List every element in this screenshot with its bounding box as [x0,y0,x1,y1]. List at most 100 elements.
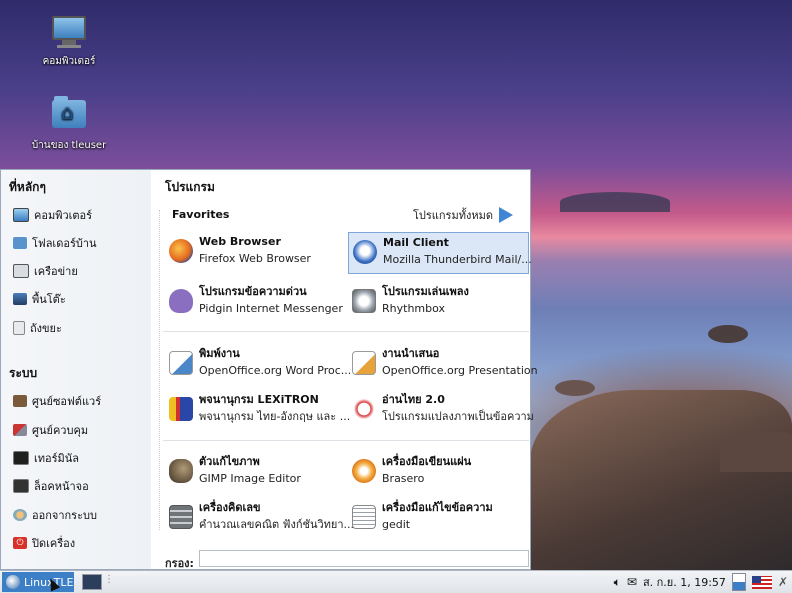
gedit-icon [352,505,376,529]
wallpaper-rock [530,390,792,570]
desktop-icon-label: บ้านของ tleuser [31,140,107,151]
app-desc: โปรแกรมแปลงภาพเป็นข้อความ [382,410,534,423]
app-name: อ่านไทย 2.0 [382,393,445,406]
power-icon: ⏻ [13,537,27,549]
brasero-icon [352,459,376,483]
app-desc: Mozilla Thunderbird Mail/... [383,253,532,266]
app-desc: Firefox Web Browser [199,252,311,265]
app-dictionary[interactable]: พจนานุกรม LEXiTRON พจนานุกรม ไทย-อังกฤษ แ… [165,390,350,432]
app-music-player[interactable]: โปรแกรมเล่นเพลง Rhythmbox [348,282,529,324]
network-icon [13,264,29,278]
system-item-software-center[interactable]: ศูนย์ซอฟต์แวร์ [13,392,101,410]
place-label: เครือข่าย [34,265,78,278]
home-folder-icon [13,237,27,249]
place-item-network[interactable]: เครือข่าย [13,262,78,280]
menu-left-pane: ที่หลักๆ คอมพิวเตอร์ โฟลเดอร์บ้าน เครือข… [1,170,151,569]
app-text-editor[interactable]: เครื่องมือแก้ไขข้อความ gedit [348,498,529,540]
all-programs-button[interactable]: โปรแกรมทั้งหมด [413,206,513,224]
place-item-desktop[interactable]: พื้นโต๊ะ [13,290,66,308]
desktop-icon-home[interactable]: บ้านของ tleuser [24,96,114,153]
gimp-icon [169,459,193,483]
app-calculator[interactable]: เครื่องคิดเลขคำนวณเลขคณิต ฟังก์ชันวิทยา.… [165,498,354,540]
app-name: เครื่องมือแก้ไขข้อความ [382,501,493,514]
place-label: คอมพิวเตอร์ [34,209,93,222]
volume-icon[interactable]: 🔈︎ [614,575,621,590]
app-word-processor[interactable]: พิมพ์งาน OpenOffice.org Word Proc... [165,344,351,386]
rhythmbox-icon [352,289,376,313]
app-disc-burner[interactable]: เครื่องมือเขียนแผ่น Brasero [348,452,529,494]
place-item-computer[interactable]: คอมพิวเตอร์ [13,206,92,224]
app-name: พจนานุกรม LEXiTRON [199,393,319,406]
terminal-icon [13,451,29,465]
app-name: งานนำเสนอ [382,347,440,360]
home-folder-icon [52,96,86,134]
wallpaper-rock [708,325,748,343]
system-title: ระบบ [9,366,38,380]
system-item-lock-screen[interactable]: ล็อคหน้าจอ [13,477,89,495]
arnthai-icon [352,397,376,421]
app-mail-client[interactable]: Mail Client Mozilla Thunderbird Mail/... [348,232,532,274]
app-ocr[interactable]: อ่านไทย 2.0 โปรแกรมแปลงภาพเป็นข้อความ [348,390,534,432]
pane-divider [159,210,161,530]
system-item-logout[interactable]: ออกจากระบบ [13,506,97,524]
impress-icon [352,351,376,375]
system-label: ออกจากระบบ [32,509,97,522]
pidgin-icon [169,289,193,313]
app-name: เครื่องคิดเลข [199,501,261,514]
place-label: ถังขยะ [30,322,62,335]
linuxtle-logo-icon [6,575,20,589]
app-presentation[interactable]: งานนำเสนอ OpenOffice.org Presentation [348,344,538,386]
filter-input[interactable] [199,550,529,567]
system-item-terminal[interactable]: เทอร์มินัล [13,449,79,467]
app-image-editor[interactable]: ตัวแก้ไขภาพ GIMP Image Editor [165,452,347,494]
app-desc: OpenOffice.org Presentation [382,364,538,377]
system-item-control-center[interactable]: ศูนย์ควบคุม [13,421,88,439]
wallpaper-rock [720,432,792,472]
place-label: พื้นโต๊ะ [32,293,66,306]
computer-icon [13,208,29,222]
system-tray: 🔈︎ ✉︎ ส. ก.ย. 1, 19:57 ✗ [614,573,788,591]
computer-icon [52,16,86,50]
app-web-browser[interactable]: Web Browser Firefox Web Browser [165,232,347,274]
app-name: เครื่องมือเขียนแผ่น [382,455,472,468]
system-label: ล็อคหน้าจอ [34,480,89,493]
programs-title: โปรแกรม [165,180,215,194]
section-divider [163,331,529,332]
app-name: Mail Client [383,236,449,249]
mail-icon[interactable]: ✉︎ [627,575,637,589]
workspace-switcher-icon[interactable] [731,573,746,591]
wallpaper-rock [555,380,595,396]
us-flag-icon[interactable] [751,575,772,589]
lexitron-icon [169,397,193,421]
all-programs-label: โปรแกรมทั้งหมด [413,209,493,222]
logout-icon [13,509,27,521]
place-item-trash[interactable]: ถังขยะ [13,319,62,337]
desktop-icon-label: คอมพิวเตอร์ [42,56,96,67]
writer-icon [169,351,193,375]
app-name: โปรแกรมข้อความด่วน [199,285,307,298]
control-center-icon [13,424,27,436]
trash-icon [13,321,25,335]
place-item-home[interactable]: โฟลเดอร์บ้าน [13,234,97,252]
favorites-title: Favorites [172,208,230,221]
app-name: พิมพ์งาน [199,347,240,360]
lock-screen-icon [13,479,29,493]
desktop-icon-computer[interactable]: คอมพิวเตอร์ [24,16,114,69]
arrow-right-icon [498,207,513,223]
system-label: ปิดเครื่อง [32,537,76,550]
app-messenger[interactable]: โปรแกรมข้อความด่วน Pidgin Internet Messen… [165,282,347,324]
calculator-icon [169,505,193,529]
terminal-launcher-icon[interactable] [82,574,102,590]
start-menu-button[interactable]: LinuxTLE [2,572,74,592]
clock[interactable]: ส. ก.ย. 1, 19:57 [643,573,726,591]
system-item-shutdown[interactable]: ⏻ ปิดเครื่อง [13,534,75,552]
network-status-icon[interactable]: ✗ [778,575,788,589]
application-menu: ที่หลักๆ คอมพิวเตอร์ โฟลเดอร์บ้าน เครือข… [0,169,538,570]
system-label: เทอร์มินัล [34,452,80,465]
launcher-handle-icon[interactable]: ⋮ [104,574,114,585]
taskbar: LinuxTLE ⋮ 🔈︎ ✉︎ ส. ก.ย. 1, 19:57 ✗ [0,570,792,593]
app-desc: คำนวณเลขคณิต ฟังก์ชันวิทยา... [199,518,355,531]
places-title: ที่หลักๆ [9,180,46,194]
place-label: โฟลเดอร์บ้าน [32,237,97,250]
thunderbird-icon [353,240,377,264]
